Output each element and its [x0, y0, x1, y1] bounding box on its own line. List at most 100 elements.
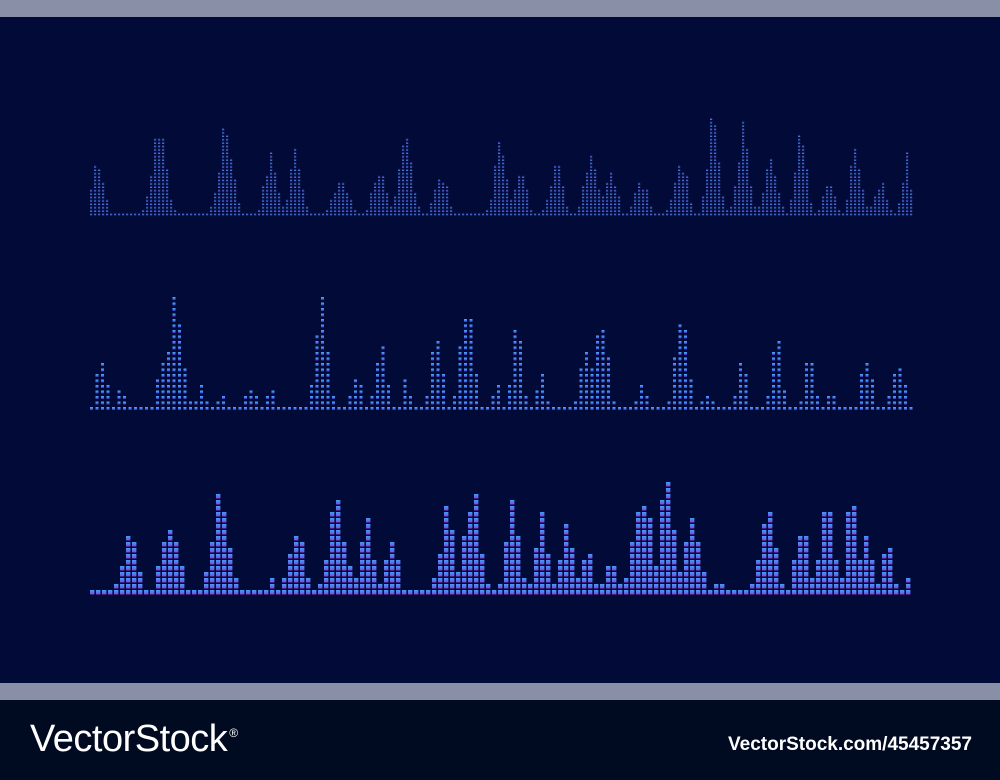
waveform-dot	[254, 213, 257, 216]
waveform-dot	[742, 175, 745, 178]
waveform-dot	[690, 578, 695, 583]
waveform-dot	[774, 584, 779, 589]
waveform-dot	[862, 189, 865, 192]
waveform-dot	[431, 374, 434, 377]
waveform-dot	[618, 196, 621, 199]
waveform-dot	[772, 396, 775, 399]
waveform-dot	[858, 590, 863, 595]
waveform-dot	[336, 590, 341, 595]
waveform-dot	[342, 182, 345, 185]
waveform-dot	[634, 213, 637, 216]
waveform-dot	[504, 590, 509, 595]
waveform-dot	[94, 202, 97, 205]
waveform-dot	[150, 182, 153, 185]
waveform-dot	[519, 385, 522, 388]
waveform-dot	[690, 560, 695, 565]
waveform-dot	[602, 199, 605, 202]
waveform-dot	[158, 158, 161, 161]
waveform-dot	[162, 158, 165, 161]
waveform-dot	[132, 548, 137, 553]
waveform-dot	[381, 385, 385, 388]
waveform-dot	[324, 584, 329, 589]
waveform-dot	[444, 536, 449, 541]
waveform-dot	[475, 407, 478, 410]
waveform-dot	[530, 209, 533, 212]
waveform-dot	[338, 209, 341, 212]
waveform-dot	[726, 590, 731, 595]
waveform-dot	[816, 560, 821, 565]
waveform-dot	[294, 209, 297, 212]
waveform-dot	[590, 374, 594, 377]
brand-logo[interactable]: VectorStock ®	[30, 718, 238, 761]
waveform-dot	[226, 162, 229, 165]
waveform-dot	[696, 560, 701, 565]
waveform-dot	[166, 175, 169, 178]
waveform-dot	[794, 182, 797, 185]
waveform-dot	[321, 297, 324, 300]
waveform-dot	[774, 548, 779, 553]
waveform-dot	[398, 206, 401, 209]
waveform-dot	[366, 572, 371, 577]
waveform-dot	[746, 148, 749, 151]
waveform-dot	[706, 396, 709, 399]
waveform-dot	[178, 363, 181, 366]
waveform-dot	[234, 578, 239, 583]
waveform-dot	[822, 518, 827, 523]
waveform-dot	[706, 175, 709, 178]
waveform-dot	[840, 578, 845, 583]
waveform-dot	[802, 168, 805, 171]
waveform-dot	[324, 578, 329, 583]
waveform-dot	[167, 352, 170, 355]
waveform-dot	[382, 209, 385, 212]
waveform-dot	[852, 536, 857, 541]
waveform-dot	[606, 584, 611, 589]
waveform-dot	[822, 590, 827, 595]
waveform-dot	[746, 172, 749, 175]
waveform-dot	[94, 199, 97, 202]
waveform-dot	[469, 407, 473, 410]
waveform-dot	[805, 407, 808, 410]
waveform-dot	[714, 134, 717, 137]
waveform-dot	[570, 548, 575, 553]
waveform-dot	[614, 209, 617, 212]
waveform-dot	[758, 206, 761, 209]
waveform-dot	[806, 202, 809, 205]
waveform-dot	[178, 213, 181, 216]
waveform-dot	[101, 396, 104, 399]
waveform-dot	[702, 572, 707, 577]
waveform-dot	[574, 213, 577, 216]
waveform-dot	[710, 162, 713, 165]
waveform-dot	[684, 572, 689, 577]
waveform-dot	[876, 584, 881, 589]
waveform-dot	[290, 179, 293, 182]
waveform-dot	[336, 500, 341, 505]
waveform-dot	[579, 385, 583, 388]
waveform-dot	[710, 117, 713, 120]
waveform-dot	[746, 199, 749, 202]
waveform-dot	[480, 572, 485, 577]
waveform-dot	[378, 189, 381, 192]
waveform-dot	[540, 578, 545, 583]
waveform-dot	[866, 209, 869, 212]
waveform-dot	[590, 165, 593, 168]
waveform-dot	[98, 192, 101, 195]
waveform-dot	[326, 213, 329, 216]
waveform-dot	[376, 379, 379, 383]
waveform-dot	[228, 572, 233, 577]
waveform-dot	[294, 542, 299, 547]
waveform-dot	[519, 363, 522, 366]
waveform-dot	[882, 202, 885, 205]
waveform-dot	[406, 185, 409, 188]
waveform-dot	[306, 584, 311, 589]
waveform-dot	[590, 189, 593, 192]
waveform-dot	[342, 213, 345, 216]
waveform-dot	[606, 199, 609, 202]
waveform-dot	[174, 584, 179, 589]
waveform-dot	[690, 524, 695, 529]
waveform-dot	[172, 352, 176, 355]
waveform-dot	[864, 584, 869, 589]
waveform-dot	[410, 192, 413, 195]
waveform-dot	[840, 584, 845, 589]
waveform-dot	[772, 363, 775, 366]
waveform-dot	[871, 379, 874, 383]
